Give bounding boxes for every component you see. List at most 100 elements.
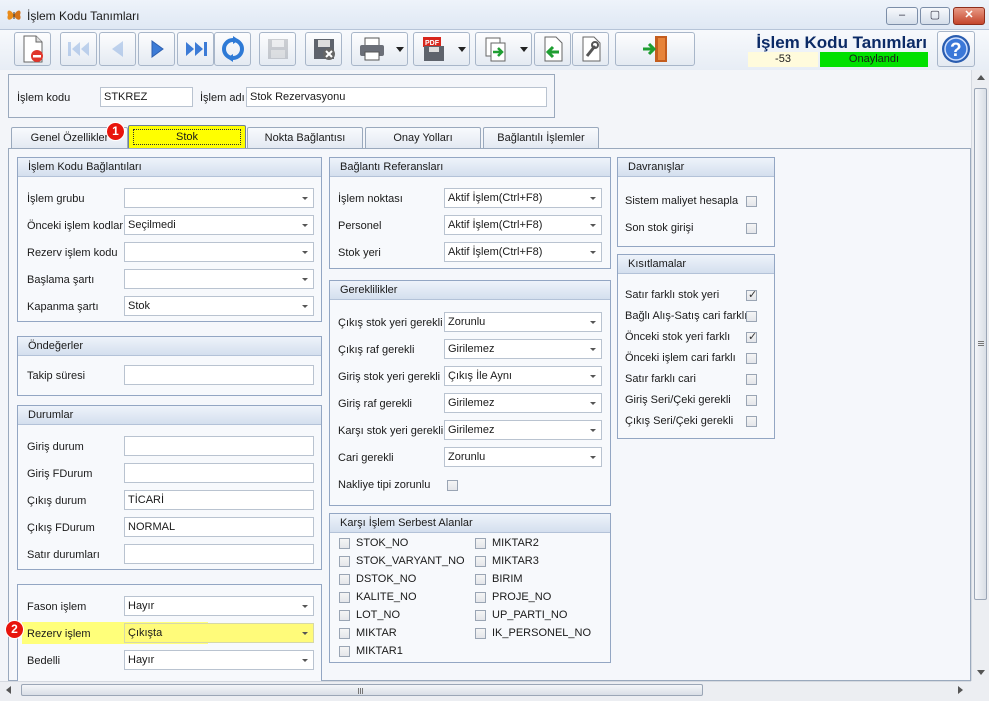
option-checkbox[interactable] [746,353,757,364]
next-record-button[interactable] [138,32,175,66]
field-checkbox[interactable] [339,610,350,621]
combo-value: Zorunlu [448,316,486,328]
maximize-button[interactable]: ▢ [920,7,950,25]
giris-stok-yeri-gerekli-combo[interactable]: Çıkış İle Aynı [444,366,602,386]
scroll-right-icon[interactable] [958,686,963,694]
giris-fdurum-input[interactable] [124,463,314,483]
pdf-export-button[interactable]: PDF [413,32,470,66]
tab-onay-yollari[interactable]: Onay Yolları [365,127,481,148]
help-button[interactable]: ? [937,31,975,67]
takip-suresi-label: Takip süresi [27,370,86,382]
cikis-stok-yeri-gerekli-combo[interactable]: Zorunlu [444,312,602,332]
option-checkbox[interactable] [746,416,757,427]
print-button[interactable] [351,32,408,66]
export-dropdown-arrow[interactable] [520,47,528,52]
checkbox-label: Giriş Seri/Çeki gerekli [625,394,731,406]
field-checkbox[interactable] [339,574,350,585]
combo-value: Aktif İşlem(Ctrl+F8) [448,246,543,258]
field-label: PROJE_NO [492,591,552,603]
tab-stok[interactable]: Stok [128,125,246,149]
pdf-dropdown-arrow[interactable] [458,47,466,52]
field-checkbox[interactable] [339,538,350,549]
horizontal-scroll-thumb[interactable] [21,684,703,696]
main-content: İşlem kodu STKREZ İşlem adı Stok Rezerva… [0,70,971,682]
nakliye-tipi-zorunlu-checkbox[interactable] [447,480,458,491]
field-checkbox[interactable] [475,610,486,621]
kapanma-sarti-label: Kapanma şartı [27,301,99,313]
islem-adi-input[interactable]: Stok Rezervasyonu [246,87,547,107]
fason-islem-combo[interactable]: Hayır [124,596,314,616]
baslama-sarti-combo[interactable] [124,269,314,289]
cari-gerekli-combo[interactable]: Zorunlu [444,447,602,467]
combo-value: Çıkış İle Aynı [448,370,512,382]
islem-noktasi-combo[interactable]: Aktif İşlem(Ctrl+F8) [444,188,602,208]
tab-nokta-baglantisi[interactable]: Nokta Bağlantısı [247,127,363,148]
refresh-button[interactable] [214,32,251,66]
field-checkbox[interactable] [475,574,486,585]
import-button[interactable] [534,32,571,66]
onceki-islem-kodlari-combo[interactable]: Seçilmedi [124,215,314,235]
chevron-down-icon [302,278,308,281]
new-button[interactable] [14,32,51,66]
vertical-scroll-thumb[interactable] [974,88,987,600]
baglanti-referanslari-group: Bağlantı Referansları İşlem noktası Akti… [329,157,611,269]
tab-baglantili-islemler[interactable]: Bağlantılı İşlemler [483,127,599,148]
option-checkbox[interactable] [746,223,757,234]
option-checkbox[interactable] [746,395,757,406]
field-label: KALITE_NO [356,591,417,603]
scroll-down-icon[interactable] [977,670,985,675]
group-title: Öndeğerler [18,337,321,356]
field-checkbox[interactable] [339,646,350,657]
option-checkbox[interactable] [746,311,757,322]
combo-value: Zorunlu [448,451,486,463]
field-checkbox[interactable] [339,556,350,567]
option-checkbox[interactable] [746,374,757,385]
satir-durumlari-input[interactable] [124,544,314,564]
save-button[interactable] [259,32,296,66]
rezerv-islem-combo[interactable]: Çıkışta [124,623,314,643]
rezerv-islem-kodu-combo[interactable] [124,242,314,262]
personel-combo[interactable]: Aktif İşlem(Ctrl+F8) [444,215,602,235]
annotation-badge-1: 1 [106,122,125,141]
option-checkbox[interactable] [746,196,757,207]
field-checkbox[interactable] [339,592,350,603]
takip-suresi-input[interactable] [124,365,314,385]
islem-kodu-input[interactable]: STKREZ [100,87,193,107]
cancel-save-button[interactable] [305,32,342,66]
field-checkbox[interactable] [475,592,486,603]
cikis-durum-input[interactable]: TİCARİ [124,490,314,510]
cikis-raf-gerekli-combo[interactable]: Girilemez [444,339,602,359]
kapanma-sarti-combo[interactable]: Stok [124,296,314,316]
davranislar-group: Davranışlar Sistem maliyet hesapla Son st… [617,157,775,247]
cikis-fdurum-input[interactable]: NORMAL [124,517,314,537]
header-title: İşlem Kodu Tanımları [756,33,927,52]
previous-record-button[interactable] [99,32,136,66]
field-checkbox[interactable] [475,538,486,549]
vertical-scrollbar[interactable] [971,70,989,681]
close-button[interactable]: ✕ [953,7,985,25]
exit-button[interactable] [615,32,695,66]
bedelli-combo[interactable]: Hayır [124,650,314,670]
scroll-left-icon[interactable] [6,686,11,694]
field-checkbox[interactable] [339,628,350,639]
print-dropdown-arrow[interactable] [396,47,404,52]
tools-button[interactable] [572,32,609,66]
scroll-up-icon[interactable] [977,75,985,80]
butterfly-icon [7,10,21,20]
export-button[interactable] [475,32,532,66]
field-checkbox[interactable] [475,628,486,639]
giris-durum-input[interactable] [124,436,314,456]
giris-raf-gerekli-combo[interactable]: Girilemez [444,393,602,413]
first-record-button[interactable] [60,32,97,66]
islem-grubu-combo[interactable] [124,188,314,208]
option-checkbox[interactable] [746,330,757,343]
field-checkbox[interactable] [475,556,486,567]
stok-yeri-combo[interactable]: Aktif İşlem(Ctrl+F8) [444,242,602,262]
last-record-button[interactable] [177,32,214,66]
horizontal-scrollbar[interactable] [0,681,971,697]
minimize-button[interactable]: – [886,7,918,25]
combo-value: Girilemez [448,424,495,436]
option-checkbox[interactable] [746,288,757,301]
chevron-down-icon [590,456,596,459]
karsi-stok-yeri-gerekli-combo[interactable]: Girilemez [444,420,602,440]
